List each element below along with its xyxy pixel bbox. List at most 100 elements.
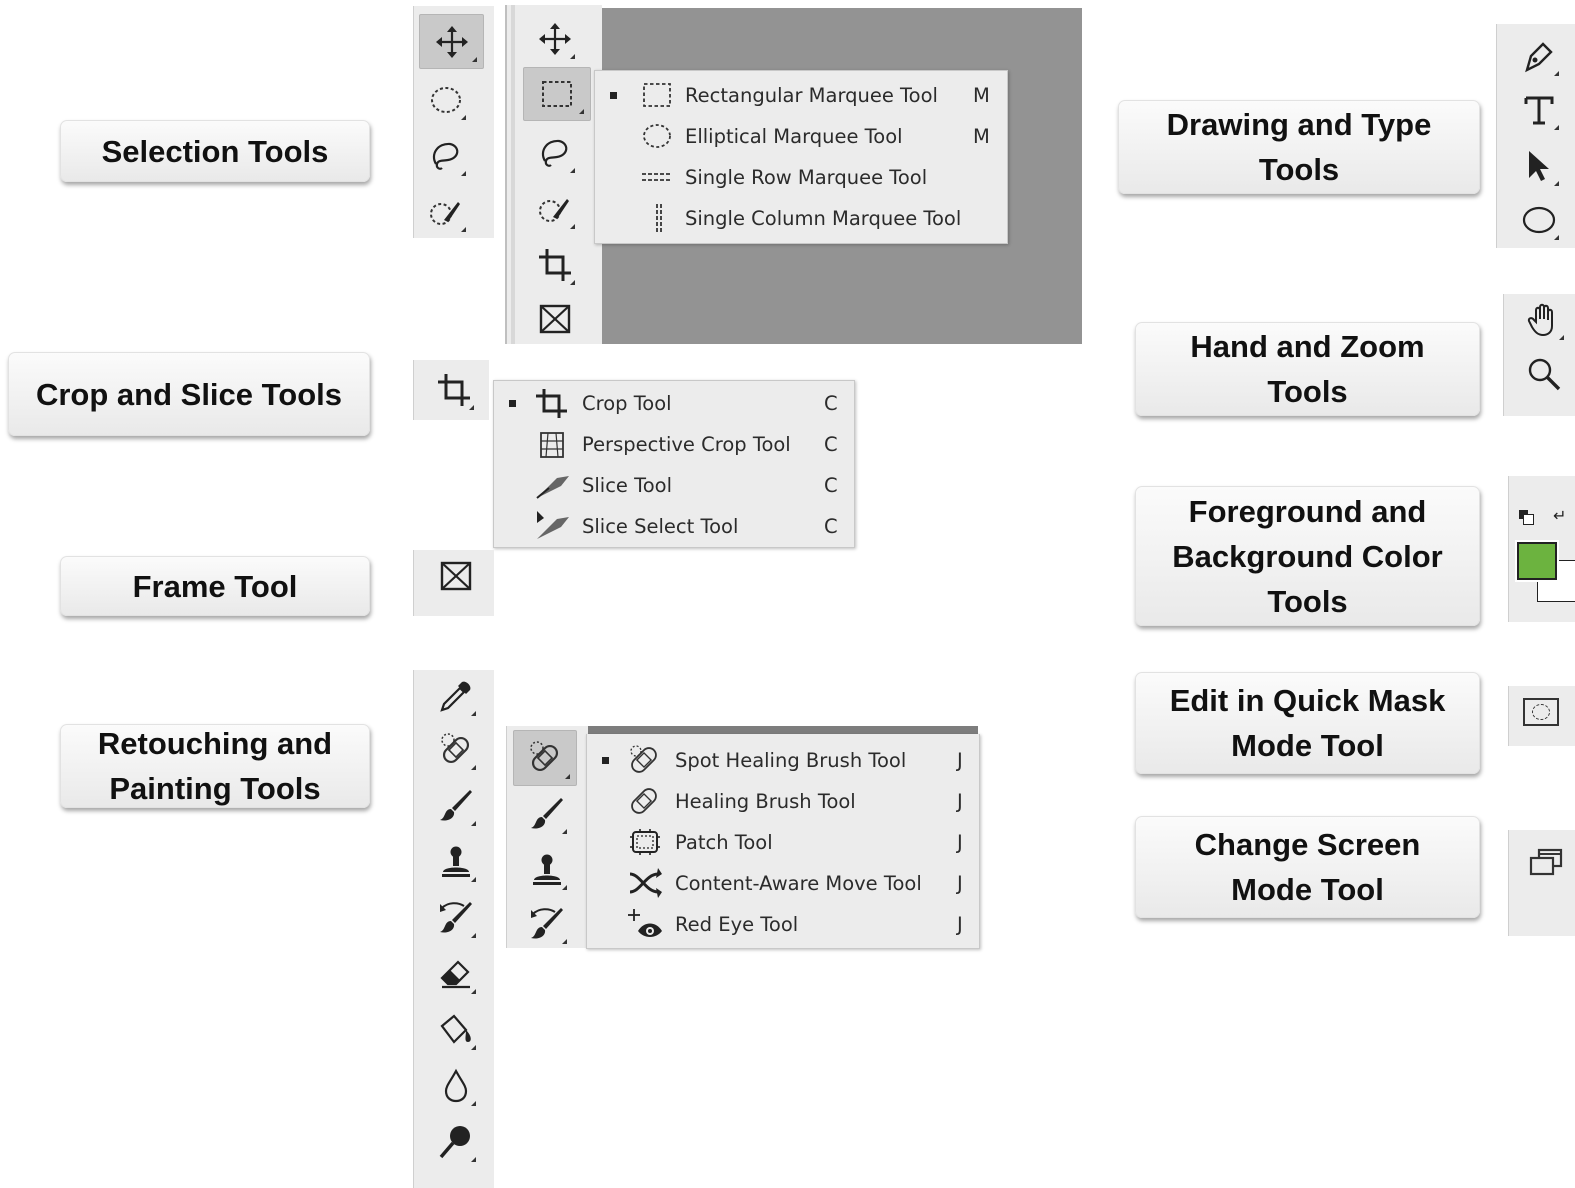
spot-healing-brush-icon [627,744,661,776]
paint-bucket-tool-strip[interactable] [430,1004,482,1056]
brush-tool-2[interactable] [521,788,573,840]
paint-bucket-corner [471,1045,476,1050]
flyout-item-label: Slice Select Tool [582,515,739,538]
screen-mode-button[interactable] [1529,848,1565,878]
flyout-item-label: Perspective Crop Tool [582,433,791,456]
zoom-tool[interactable] [1518,348,1570,400]
quick-mask-panel [1508,686,1575,746]
drawing-line2: Tools [1258,152,1340,187]
hand-zoom-line1: Hand and Zoom [1190,329,1425,364]
blur-tool-strip[interactable] [430,1060,482,1112]
clone-stamp-tool-2[interactable] [521,844,573,896]
retouching-toolstrip [413,670,494,1188]
default-colors-icon[interactable] [1519,510,1534,525]
path-selection-tool[interactable] [1513,140,1565,192]
rectangular-marquee-tool-active[interactable] [523,67,591,121]
eyedropper-tool[interactable] [430,670,482,722]
lasso-icon [432,142,459,170]
selected-dot [509,400,516,407]
hand-zoom-line2: Tools [1267,374,1348,409]
brush-tool-strip[interactable] [430,780,482,832]
healing-brush-icon [627,785,661,817]
default-colors-front [1523,514,1534,525]
clone-stamp-tool-strip[interactable] [430,836,482,888]
flyout-item-shortcut: J [957,749,963,772]
selection-toolstrip [413,6,494,238]
fgbg-line1: Foreground and [1188,493,1427,529]
crop-corner [469,405,474,410]
elliptical-marquee-tool-strip[interactable] [420,74,472,126]
frame-tool-2[interactable] [529,293,581,345]
quick-selection-corner [461,227,466,232]
history-brush-tool-strip[interactable] [430,892,482,944]
flyout-item-shortcut: C [824,392,838,415]
hand-tool[interactable] [1518,294,1570,346]
lasso-tool-2[interactable] [529,127,581,179]
flyout-item-shortcut: C [824,433,838,456]
brush-icon [531,798,563,829]
quick-selection-tool-strip[interactable] [420,186,472,238]
flyout-item-label: Single Column Marquee Tool [685,207,962,230]
flyout-item-slice[interactable]: Slice Tool C [494,465,854,506]
flyout-item-perspective-crop[interactable]: Perspective Crop Tool C [494,424,854,465]
flyout-item-elliptical-marquee[interactable]: Elliptical Marquee Tool M [595,116,1007,157]
clone-stamp-corner [471,877,476,882]
ellipse-shape-tool[interactable] [1513,194,1565,246]
flyout-item-content-aware-move[interactable]: Content-Aware Move Tool J [587,863,979,904]
quick-selection-tool-2[interactable] [529,183,581,235]
flyout-item-shortcut: C [824,515,838,538]
flyout-item-healing-brush[interactable]: Healing Brush Tool J [587,781,979,822]
pen-icon [1525,42,1553,73]
flyout-item-crop[interactable]: Crop Tool C [494,383,854,424]
dodge-tool-strip[interactable] [430,1116,482,1168]
frame-tool-strip[interactable] [430,550,482,602]
quick-mask-circle-icon [1532,704,1550,720]
spot-healing-tool-active[interactable] [513,730,577,786]
screenmode-line2: Mode Tool [1231,872,1384,907]
marquee-toolstrip [505,5,602,344]
slice-icon [534,469,569,501]
flyout-item-rectangular-marquee[interactable]: Rectangular Marquee Tool M [595,75,1007,116]
quick-selection-icon [539,199,569,222]
move-tool[interactable] [419,14,484,69]
type-tool[interactable] [1513,84,1565,136]
screen-mode-tool-label: Change Screen Mode Tool [1135,816,1480,918]
eyedropper-corner [471,711,476,716]
move-tool-corner [472,57,477,62]
flyout-item-red-eye[interactable]: Red Eye Tool J [587,904,979,945]
flyout-item-shortcut: J [957,831,963,854]
retouching-line2: Painting Tools [109,771,321,806]
flyout-item-spot-healing[interactable]: Spot Healing Brush Tool J [587,740,979,781]
flyout-item-slice-select[interactable]: Slice Select Tool C [494,506,854,547]
crop-tool-2[interactable] [529,239,581,291]
eyedropper-icon [440,681,471,712]
foreground-color-swatch[interactable] [1515,540,1559,582]
healing-toolstrip [506,726,589,948]
flyout-item-single-row-marquee[interactable]: Single Row Marquee Tool [595,157,1007,198]
flyout-item-shortcut: M [973,125,990,148]
quick-mask-button[interactable] [1523,698,1559,726]
spot-healing-tool-strip[interactable] [430,724,482,776]
lasso-tool-strip[interactable] [420,130,472,182]
retouching-painting-tools-label: Retouching and Painting Tools [60,724,370,808]
flyout-item-label: Single Row Marquee Tool [685,166,928,189]
eraser-tool-strip[interactable] [430,948,482,1000]
swap-colors-icon[interactable]: ↵ [1553,506,1566,525]
lasso-icon [541,139,568,167]
content-aware-move-icon [627,867,662,899]
pen-tool[interactable] [1513,30,1565,82]
history-brush-tool-2[interactable] [521,898,573,950]
crop-icon [539,249,571,281]
move-tool-2[interactable] [529,13,581,65]
crop-icon [534,387,568,419]
quick-selection-corner-2 [570,224,575,229]
crop-tool-strip[interactable] [428,364,480,416]
flyout-item-single-column-marquee[interactable]: Single Column Marquee Tool [595,198,1007,239]
flyout-item-label: Crop Tool [582,392,672,415]
flyout-item-patch[interactable]: Patch Tool J [587,822,979,863]
strip-grip [511,5,515,344]
path-selection-arrow-icon [1529,151,1549,181]
selection-tools-label: Selection Tools [60,120,370,182]
flyout-item-shortcut: J [957,790,963,813]
crop-toolstrip [413,360,489,420]
